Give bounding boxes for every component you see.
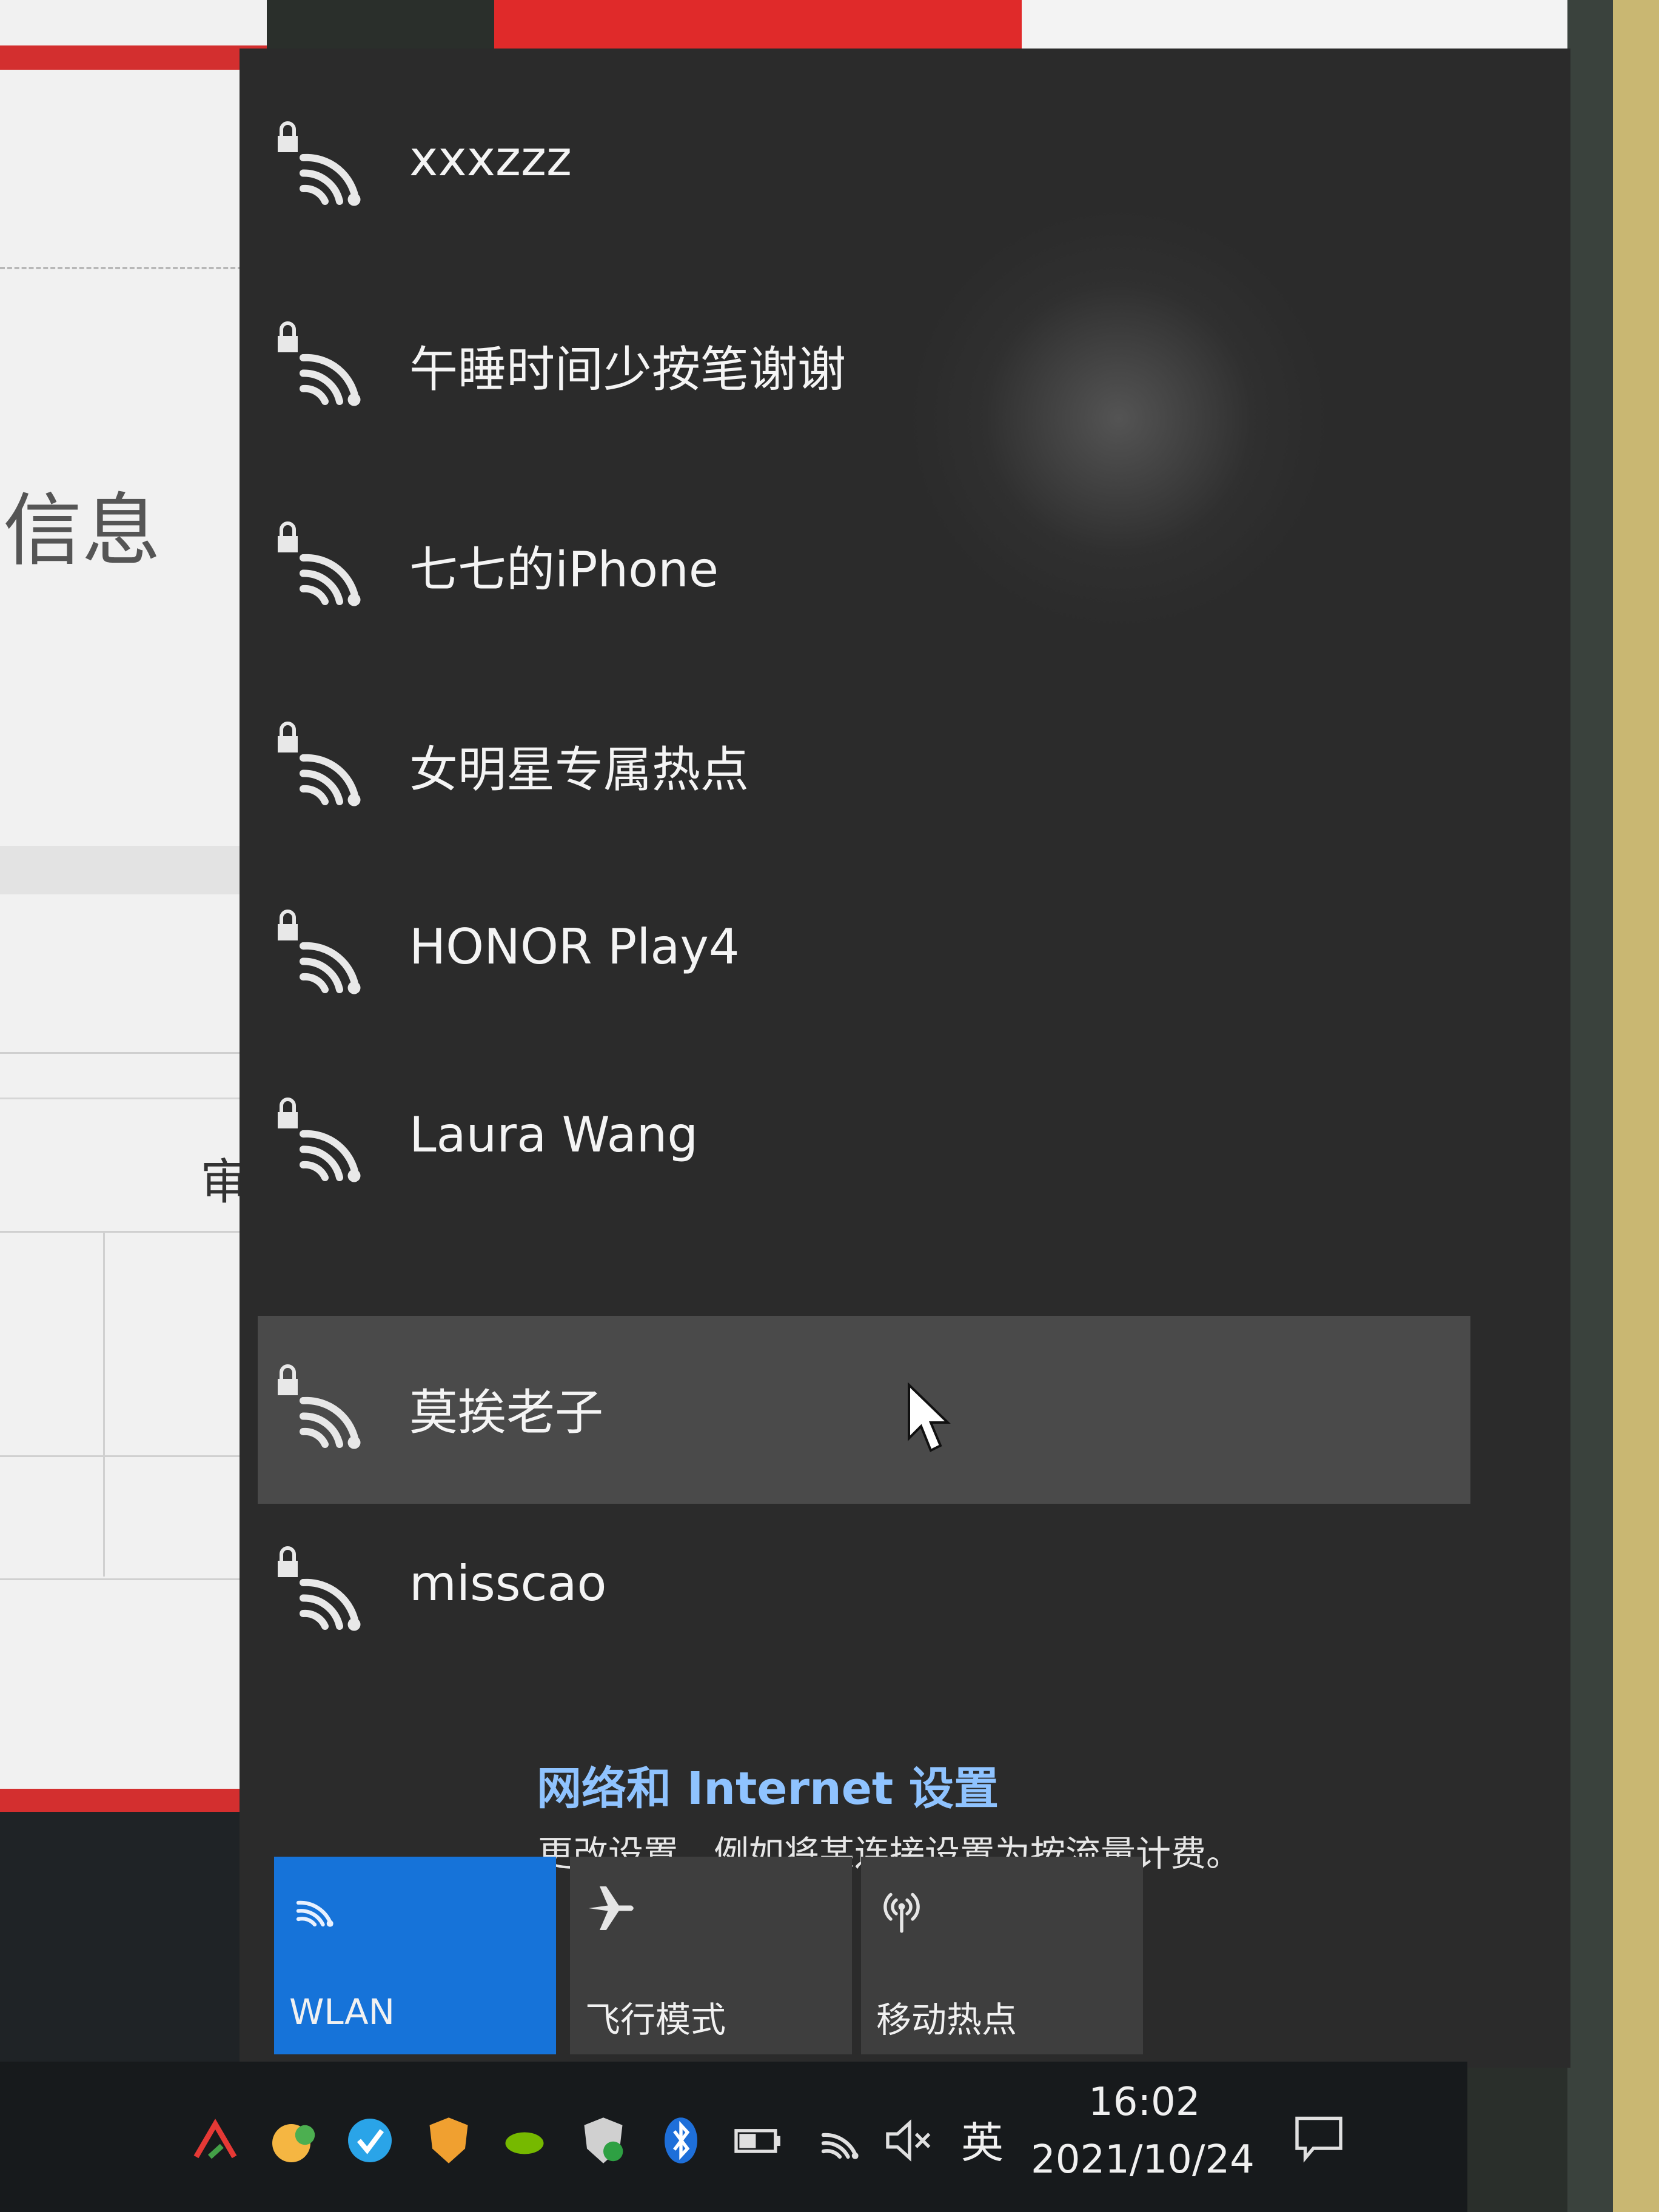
background-red-bar [0,45,267,70]
battery-icon[interactable] [731,2113,785,2168]
background-divider [0,1052,255,1054]
airplane-icon [589,1886,634,1930]
input-method-indicator[interactable]: 英 [961,2109,1004,2170]
secured-wifi-icon [278,1098,361,1182]
background-dark-area [0,1812,267,2062]
secured-wifi-icon [278,321,361,406]
background-info-text: 信息 [3,484,161,577]
network-name: Laura Wang [409,1107,699,1163]
network-item[interactable]: misscao [258,1498,1470,1680]
background-app-window [0,0,267,2062]
wlan-label: WLAN [289,1991,395,2033]
clock-date[interactable]: 2021/10/24 [1031,2137,1255,2182]
secured-wifi-icon [278,121,361,206]
nvidia-icon[interactable] [497,2113,552,2168]
wall-background [1613,0,1659,2212]
mobile-hotspot-label: 移动热点 [876,1999,1017,2040]
security-shield-icon[interactable] [421,2113,476,2168]
clock-time[interactable]: 16:02 [1088,2080,1200,2125]
secured-wifi-icon [278,521,361,606]
secured-wifi-icon [278,1546,361,1631]
secured-wifi-icon [278,722,361,806]
network-settings-link[interactable]: 网络和 Internet 设置 [537,1752,999,1817]
background-table-line [103,1231,105,1577]
background-band [0,846,255,894]
secured-wifi-icon [278,1364,361,1449]
mobile-hotspot-button[interactable]: 移动热点 [861,1857,1143,2054]
network-item[interactable]: Laura Wang [258,1049,1470,1231]
show-hidden-icons-icon[interactable] [188,2113,243,2168]
airplane-mode-button[interactable]: 飞行模式 [570,1857,852,2054]
background-divider [0,1098,255,1099]
wlan-toggle-button[interactable]: WLAN [274,1857,556,2054]
action-center-icon[interactable] [1292,2110,1346,2165]
hotspot-icon [883,1892,920,1933]
taskbar: 英 16:02 2021/10/24 [0,2062,1467,2212]
network-name: misscao [409,1555,607,1612]
wifi-icon [296,1900,333,1927]
mouse-cursor-icon [908,1382,951,1452]
background-red-bar [0,1789,267,1812]
background-table [0,1231,255,1580]
network-name: 午睡时间少按笔谢谢 [409,341,846,398]
windows-security-icon[interactable] [576,2113,631,2168]
app-tray-icon[interactable] [267,2113,321,2168]
network-item[interactable]: 女明星专属热点 [258,673,1470,855]
bluetooth-icon[interactable] [654,2113,708,2168]
app-tray-icon[interactable] [343,2113,397,2168]
airplane-mode-label: 飞行模式 [585,1999,726,2040]
network-name: 七七的iPhone [409,541,719,598]
network-name: xxxzzz [409,130,572,187]
network-name: 莫挨老子 [409,1384,603,1441]
network-item[interactable]: xxxzzz [258,73,1470,255]
network-flyout: xxxzzz 午睡时间少按笔谢谢 七七的iPhone 女明星专属热点 HONOR Pla… [240,49,1570,2068]
background-divider [0,267,243,269]
volume-muted-icon[interactable] [882,2113,937,2168]
network-name: 女明星专属热点 [409,742,749,798]
wifi-icon[interactable] [813,2113,867,2168]
network-name: HONOR Play4 [409,919,740,975]
background-table-line [0,1455,255,1457]
network-item[interactable]: 午睡时间少按笔谢谢 [258,273,1470,455]
network-item[interactable]: HONOR Play4 [258,861,1470,1043]
network-item[interactable]: 莫挨老子 [258,1316,1470,1504]
network-item[interactable]: 七七的iPhone [258,473,1470,655]
secured-wifi-icon [278,910,361,994]
